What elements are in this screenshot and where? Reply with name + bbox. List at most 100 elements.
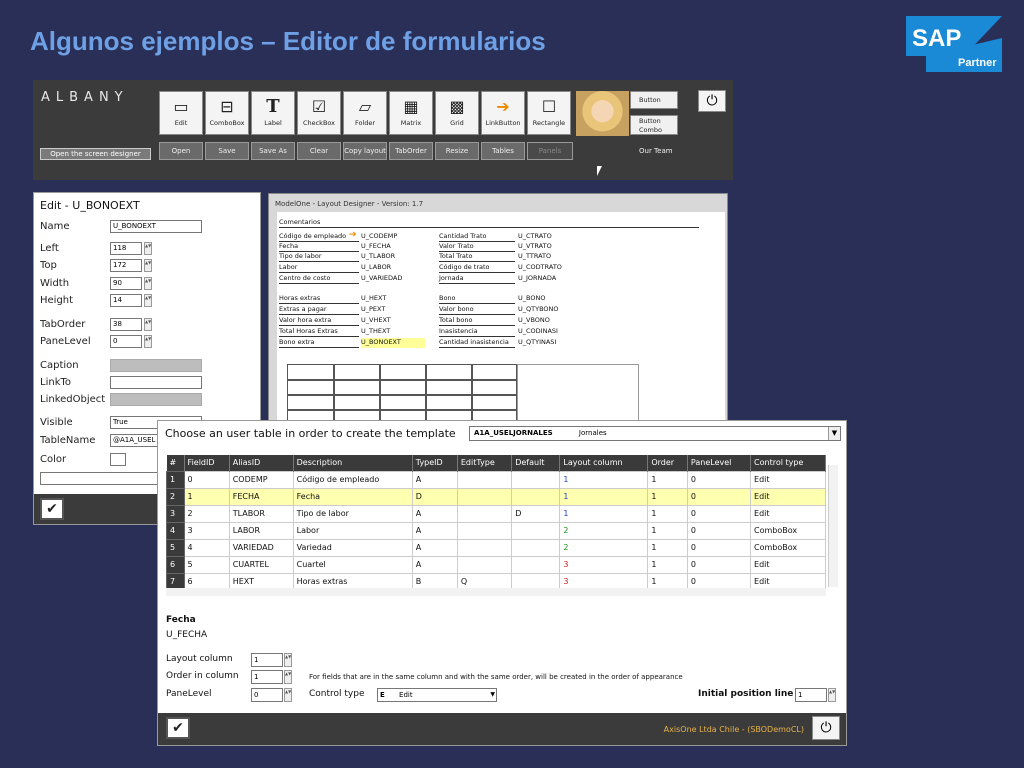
designer-field-label[interactable]: Centro de costo bbox=[279, 274, 359, 284]
tool-matrix-button[interactable]: ▦ Matrix bbox=[389, 91, 433, 135]
designer-field-label[interactable]: Fecha bbox=[279, 242, 359, 252]
designer-field-label[interactable]: Jornada bbox=[439, 274, 515, 284]
designer-field-value[interactable]: U_CODEMP bbox=[361, 232, 425, 242]
prop-left-input[interactable]: 118 bbox=[110, 242, 142, 255]
resize-button[interactable]: Resize bbox=[435, 142, 479, 160]
col-header[interactable]: Default bbox=[511, 455, 561, 471]
tool-rectangle-button[interactable]: ☐ Rectangle bbox=[527, 91, 571, 135]
designer-field-label[interactable]: Valor hora extra bbox=[279, 316, 359, 326]
table-horizontal-scrollbar[interactable] bbox=[166, 588, 826, 596]
designer-field-value[interactable]: U_CODINASI bbox=[518, 327, 582, 337]
tool-folder-button[interactable]: ▱ Folder bbox=[343, 91, 387, 135]
designer-field-value[interactable]: U_HEXT bbox=[361, 294, 425, 304]
prop-taborder-input[interactable]: 38 bbox=[110, 318, 142, 331]
confirm-check-icon[interactable]: ✔ bbox=[40, 498, 64, 520]
prop-width-spinner-icon[interactable]: ▲▼ bbox=[144, 277, 152, 290]
tool-combobox-button[interactable]: ⊟ ComboBox bbox=[205, 91, 249, 135]
designer-field-label[interactable]: Bono bbox=[439, 294, 515, 304]
clear-button[interactable]: Clear bbox=[297, 142, 341, 160]
button-combo-sample[interactable]: Button Combo bbox=[630, 115, 678, 135]
designer-field-label[interactable]: Inasistencia bbox=[439, 327, 515, 337]
layout-column-spinner-icon[interactable]: ▲▼ bbox=[284, 653, 292, 667]
designer-field-value[interactable]: U_PEXT bbox=[361, 305, 425, 315]
col-header[interactable]: Description bbox=[293, 455, 413, 471]
save-button[interactable]: Save bbox=[205, 142, 249, 160]
designer-field-label[interactable]: Código de empleado bbox=[279, 232, 359, 242]
designer-field-label[interactable]: Total bono bbox=[439, 316, 515, 326]
designer-field-value[interactable]: U_THEXT bbox=[361, 327, 425, 337]
col-header[interactable]: PaneLevel bbox=[687, 455, 752, 471]
designer-field-label[interactable]: Valor bono bbox=[439, 305, 515, 315]
prop-linkto-input[interactable] bbox=[110, 376, 202, 389]
designer-field-label[interactable]: Horas extras bbox=[279, 294, 359, 304]
designer-field-value[interactable]: U_TLABOR bbox=[361, 252, 425, 262]
designer-field-label[interactable]: Extras a pagar bbox=[279, 305, 359, 315]
designer-canvas[interactable]: Comentarios Código de empleado ➔ U_CODEM… bbox=[277, 212, 725, 424]
chevron-down-icon[interactable]: ▼ bbox=[490, 689, 495, 701]
designer-field-value-selected[interactable]: U_BONOEXT bbox=[361, 338, 425, 348]
prop-height-input[interactable]: 14 bbox=[110, 294, 142, 307]
designer-field-label[interactable]: Valor Trato bbox=[439, 242, 515, 252]
tables-button[interactable]: Tables bbox=[481, 142, 525, 160]
open-designer-button[interactable]: Open the screen designer bbox=[40, 148, 151, 160]
designer-field-value[interactable]: U_CODTRATO bbox=[518, 263, 582, 273]
tool-label-button[interactable]: T Label bbox=[251, 91, 295, 135]
prop-width-input[interactable]: 90 bbox=[110, 277, 142, 290]
col-header[interactable]: Layout column bbox=[559, 455, 649, 471]
order-in-column-input[interactable]: 1 bbox=[251, 670, 283, 684]
copy-layout-button[interactable]: Copy layout bbox=[343, 142, 387, 160]
initial-position-spinner-icon[interactable]: ▲▼ bbox=[828, 688, 836, 702]
control-type-select[interactable]: E Edit ▼ bbox=[377, 688, 497, 702]
prop-top-spinner-icon[interactable]: ▲▼ bbox=[144, 259, 152, 272]
designer-field-label[interactable]: Bono extra bbox=[279, 338, 359, 348]
prop-taborder-spinner-icon[interactable]: ▲▼ bbox=[144, 318, 152, 331]
designer-field-value[interactable]: U_JORNADA bbox=[518, 274, 582, 284]
designer-field-value[interactable]: U_VTRATO bbox=[518, 242, 582, 252]
initial-position-input[interactable]: 1 bbox=[795, 688, 827, 702]
tool-grid-button[interactable]: ▩ Grid bbox=[435, 91, 479, 135]
prop-color-swatch[interactable] bbox=[110, 453, 126, 466]
power-icon[interactable]: ⏻ bbox=[698, 90, 726, 112]
table-row[interactable]: 1 0 CODEMP Código de empleado A 1 1 0 Edit bbox=[166, 470, 826, 489]
confirm-check-icon[interactable]: ✔ bbox=[166, 717, 190, 739]
save-as-button[interactable]: Save As bbox=[251, 142, 295, 160]
taborder-button[interactable]: TabOrder bbox=[389, 142, 433, 160]
team-photo[interactable] bbox=[576, 91, 629, 136]
designer-field-value[interactable]: U_VHEXT bbox=[361, 316, 425, 326]
designer-field-label[interactable]: Total Horas Extras bbox=[279, 327, 359, 337]
tool-edit-button[interactable]: ▭ Edit bbox=[159, 91, 203, 135]
designer-field-value[interactable]: U_LABOR bbox=[361, 263, 425, 273]
prop-caption-input[interactable] bbox=[110, 359, 202, 372]
designer-field-value[interactable]: U_QTYINASI bbox=[518, 338, 582, 348]
table-vertical-scrollbar[interactable] bbox=[828, 465, 838, 587]
table-row-selected[interactable]: 2 1 FECHA Fecha D 1 1 0 Edit bbox=[166, 487, 826, 506]
designer-grid-preview[interactable] bbox=[287, 364, 517, 424]
open-button[interactable]: Open bbox=[159, 142, 203, 160]
prop-top-input[interactable]: 172 bbox=[110, 259, 142, 272]
chevron-down-icon[interactable]: ▼ bbox=[828, 427, 840, 440]
prop-height-spinner-icon[interactable]: ▲▼ bbox=[144, 294, 152, 307]
prop-left-spinner-icon[interactable]: ▲▼ bbox=[144, 242, 152, 255]
col-header[interactable]: FieldID bbox=[184, 455, 230, 471]
designer-field-value[interactable]: U_TTRATO bbox=[518, 252, 582, 262]
designer-rectangle[interactable] bbox=[517, 364, 639, 424]
col-header[interactable]: AliasID bbox=[229, 455, 294, 471]
power-icon[interactable]: ⏻ bbox=[812, 716, 840, 740]
designer-field-label[interactable]: Código de trato bbox=[439, 263, 515, 273]
designer-field-label[interactable]: Cantidad inasistencia bbox=[439, 338, 515, 348]
col-header[interactable]: EditType bbox=[457, 455, 513, 471]
designer-field-value[interactable]: U_VBONO bbox=[518, 316, 582, 326]
prop-panelevel-spinner-icon[interactable]: ▲▼ bbox=[144, 335, 152, 348]
table-row[interactable]: 3 2 TLABOR Tipo de labor A D 1 1 0 Edit bbox=[166, 504, 826, 523]
prop-linkedobject-input[interactable] bbox=[110, 393, 202, 406]
table-row[interactable]: 4 3 LABOR Labor A 2 1 0 ComboBox bbox=[166, 521, 826, 540]
designer-field-value[interactable]: U_QTYBONO bbox=[518, 305, 582, 315]
table-row[interactable]: 6 5 CUARTEL Cuartel A 3 1 0 Edit bbox=[166, 555, 826, 574]
tool-checkbox-button[interactable]: ☑ CheckBox bbox=[297, 91, 341, 135]
table-row[interactable]: 5 4 VARIEDAD Variedad A 2 1 0 ComboBox bbox=[166, 538, 826, 557]
col-header[interactable]: # bbox=[166, 455, 185, 471]
designer-field-value[interactable]: U_CTRATO bbox=[518, 232, 582, 242]
designer-field-value[interactable]: U_BONO bbox=[518, 294, 582, 304]
panelevel-input[interactable]: 0 bbox=[251, 688, 283, 702]
designer-field-value[interactable]: U_FECHA bbox=[361, 242, 425, 252]
